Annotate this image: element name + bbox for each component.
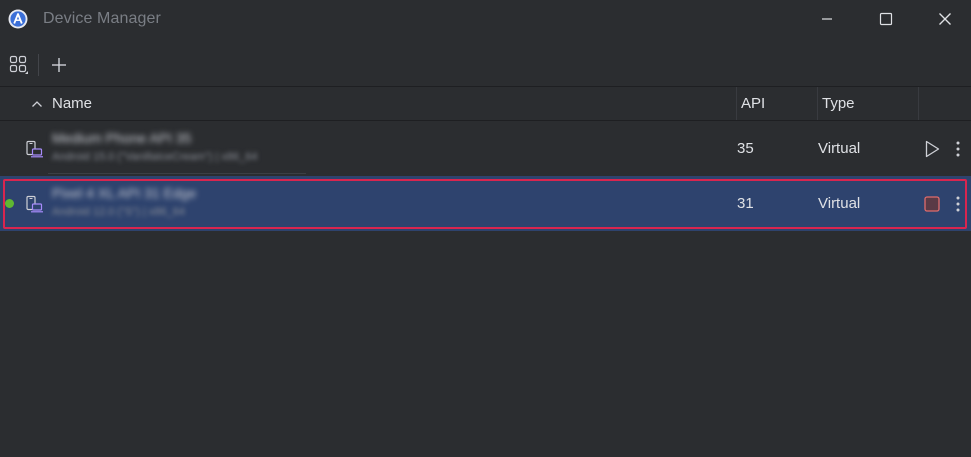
device-name: Medium Phone API 35 bbox=[52, 130, 192, 146]
group-by-button[interactable] bbox=[6, 52, 32, 78]
minimize-icon bbox=[822, 18, 832, 20]
running-status-dot bbox=[5, 199, 14, 208]
table-header: Name API Type bbox=[0, 86, 971, 121]
virtual-device-icon bbox=[24, 194, 44, 214]
device-details: Android 12.0 ("S") | x86_64 bbox=[52, 206, 185, 218]
device-row-selected[interactable]: Pixel 4 XL API 31 Edge Android 12.0 ("S"… bbox=[0, 176, 971, 231]
device-row[interactable]: Medium Phone API 35 Android 15.0 ("Vanil… bbox=[0, 121, 971, 176]
stop-device-button[interactable] bbox=[921, 193, 943, 215]
sort-ascending-icon[interactable] bbox=[30, 87, 44, 120]
maximize-icon bbox=[879, 12, 893, 26]
android-studio-icon bbox=[8, 9, 28, 29]
device-name: Pixel 4 XL API 31 Edge bbox=[52, 185, 197, 201]
stop-icon bbox=[924, 196, 940, 212]
close-button[interactable] bbox=[922, 0, 968, 38]
more-actions-button[interactable] bbox=[948, 138, 968, 160]
add-device-button[interactable] bbox=[46, 52, 72, 78]
column-divider[interactable] bbox=[918, 87, 919, 120]
column-header-api[interactable]: API bbox=[741, 87, 765, 120]
close-icon bbox=[939, 13, 951, 25]
device-manager-window: Device Manager Name API Type Medium Phon… bbox=[0, 0, 971, 457]
start-device-button[interactable] bbox=[921, 138, 943, 160]
device-table: Name API Type Medium Phone API 35 Androi… bbox=[0, 86, 971, 231]
group-by-icon bbox=[9, 55, 28, 74]
title-bar: Device Manager bbox=[0, 0, 971, 40]
kebab-menu-icon bbox=[956, 196, 960, 212]
minimize-button[interactable] bbox=[804, 0, 850, 38]
window-title: Device Manager bbox=[43, 10, 161, 27]
more-actions-button[interactable] bbox=[948, 193, 968, 215]
virtual-device-icon bbox=[24, 139, 44, 159]
add-icon bbox=[52, 58, 66, 72]
column-header-name[interactable]: Name bbox=[52, 87, 92, 120]
device-api: 31 bbox=[737, 195, 754, 212]
play-icon bbox=[925, 140, 940, 158]
column-divider[interactable] bbox=[736, 87, 737, 120]
toolbar bbox=[0, 46, 971, 84]
device-type: Virtual bbox=[818, 140, 861, 157]
column-header-type[interactable]: Type bbox=[822, 87, 855, 120]
device-type: Virtual bbox=[818, 195, 861, 212]
kebab-menu-icon bbox=[956, 141, 960, 157]
column-divider[interactable] bbox=[817, 87, 818, 120]
device-details: Android 15.0 ("VanillaIceCream") | x86_6… bbox=[52, 151, 258, 163]
maximize-button[interactable] bbox=[863, 0, 909, 38]
toolbar-separator bbox=[38, 54, 39, 76]
row-divider bbox=[48, 173, 306, 174]
device-api: 35 bbox=[737, 140, 754, 157]
